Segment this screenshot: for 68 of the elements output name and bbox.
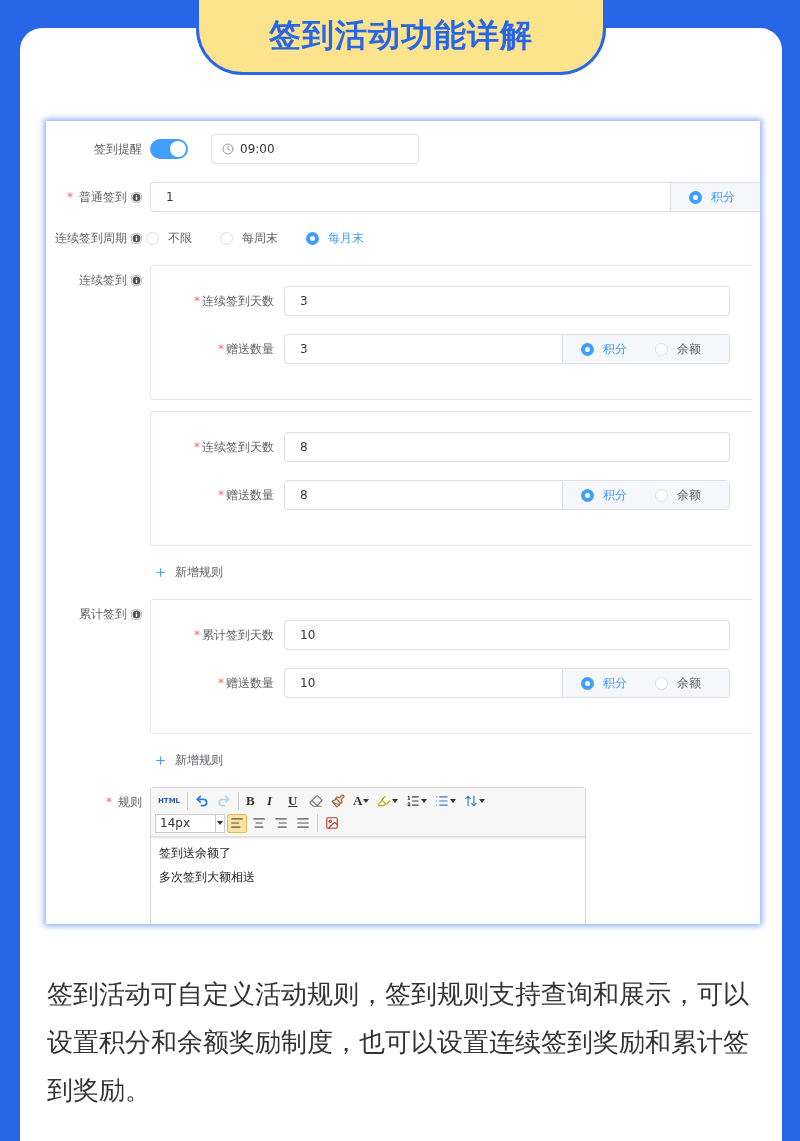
bold-button[interactable]: B [243,791,263,811]
bullet-list-icon [435,794,450,808]
numbered-list-icon [406,794,421,808]
brush-icon [331,794,346,808]
caret-icon [479,799,486,803]
input-field[interactable]: 3 [284,286,730,316]
radio-option[interactable]: 不限 [146,230,192,247]
required-mark: * [218,675,224,691]
align-left-icon [230,816,244,830]
field-label: 签到提醒 [94,141,142,157]
caret-icon [421,799,428,803]
field-label: 连续签到 [79,273,127,288]
align-right-icon [274,816,288,830]
input-field[interactable]: 8 [284,432,730,462]
field-label: 连续签到周期 [55,231,127,246]
add-rule-link[interactable]: 新增规则 [154,753,223,768]
input-field[interactable]: 8 积分 余额 [284,480,730,510]
required-mark: * [194,293,200,309]
field-label: 赠送数量 [226,675,274,691]
required-mark: * [218,487,224,503]
align-justify-icon [296,816,310,830]
input-field[interactable]: 10 积分 余额 [284,668,730,698]
field-label: 规则 [118,795,142,810]
input-field[interactable]: 1 积分 [150,182,760,212]
required-mark: * [194,627,200,643]
radio-option[interactable]: 余额 [655,486,701,504]
field-label: 累计签到 [79,607,127,622]
field-label: 连续签到天数 [202,439,274,455]
field-label: 赠送数量 [226,487,274,503]
redo-icon [217,794,232,808]
field-label: 连续签到天数 [202,293,274,309]
add-rule-link[interactable]: 新增规则 [154,565,223,580]
section-title: 签到活动功能详解 [196,0,606,75]
align-left-button[interactable] [227,813,247,833]
caret-icon [363,799,370,803]
underline-button[interactable]: U [285,791,305,811]
time-field[interactable]: 09:00 [211,134,419,164]
editor-text-line: 签到送余额了 [159,845,232,862]
field-label: 累计签到天数 [202,627,274,643]
input-field[interactable]: 10 [284,620,730,650]
image-icon [325,816,339,830]
plus-icon [154,754,167,767]
highlighter-icon [377,794,392,808]
description-text: 签到活动可自定义活动规则，签到规则支持查询和展示，可以设置积分和余额奖励制度，也可以设置连续签到奖励和累计签到奖励。 [46,978,750,1107]
editor-text-line: 多次签到大额相送 [159,869,256,886]
italic-button[interactable]: I [264,791,284,811]
field-label: 赠送数量 [226,341,274,357]
caret-icon [450,799,457,803]
radio-option[interactable]: 余额 [655,674,701,692]
font-size-select[interactable]: 14px [155,813,225,833]
plus-icon [154,566,167,579]
eraser-icon [309,794,324,808]
clock-icon [222,143,234,155]
input-field[interactable]: 3 积分 余额 [284,334,730,364]
field-label: 普通签到 [79,189,127,205]
caret-icon [392,799,399,803]
align-center-icon [252,816,266,830]
toggle-switch[interactable] [150,139,188,159]
required-mark: * [106,795,112,810]
required-mark: * [194,439,200,455]
radio-option[interactable]: 每周末 [220,230,278,247]
required-mark: * [218,341,224,357]
caret-icon [217,821,223,825]
undo-icon [195,794,210,808]
radio-option[interactable]: 余额 [655,340,701,358]
font-color-button[interactable]: A [350,791,373,811]
required-mark: * [67,189,73,205]
up-down-arrows-icon [464,794,479,808]
